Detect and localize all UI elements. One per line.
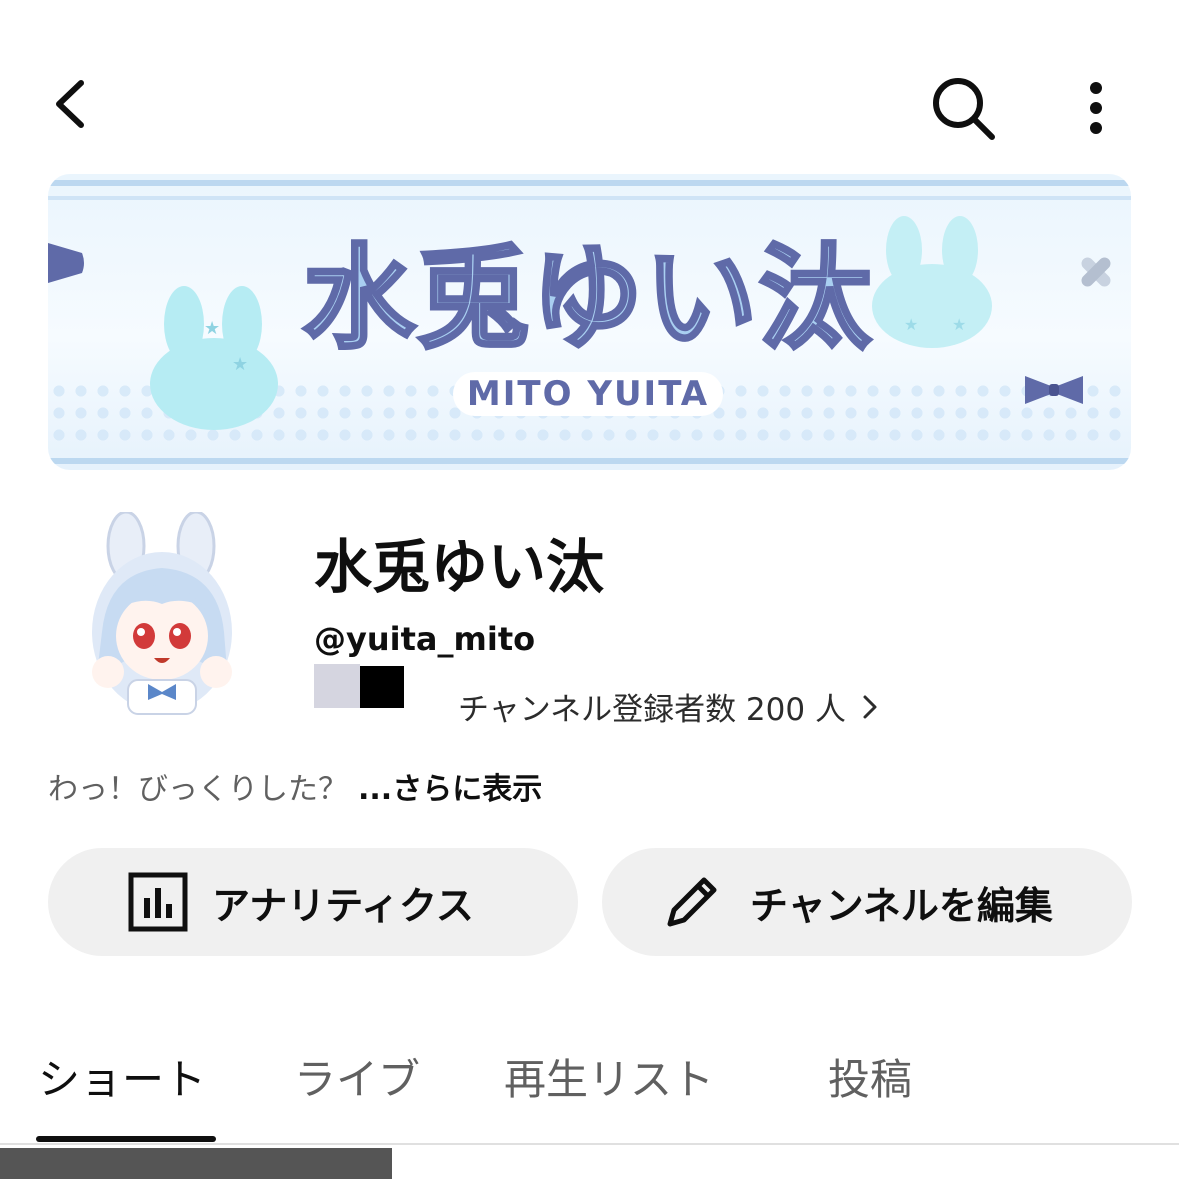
tab-playlists[interactable]: 再生リスト [504, 1046, 714, 1107]
analytics-button[interactable]: アナリティクス [48, 848, 578, 956]
svg-text:★: ★ [904, 315, 918, 334]
pencil-icon [660, 870, 724, 934]
banner-stripe [48, 180, 1131, 186]
more-vert-icon [1090, 82, 1102, 134]
chevron-left-icon [56, 80, 84, 128]
svg-text:★: ★ [204, 318, 220, 339]
edit-channel-button[interactable]: チャンネルを編集 [602, 848, 1132, 956]
back-button[interactable] [40, 72, 104, 136]
bow-icon [1025, 376, 1083, 404]
tab-posts[interactable]: 投稿 [828, 1046, 912, 1107]
tab-live[interactable]: ライブ [294, 1046, 420, 1107]
chevron-right-icon [863, 695, 877, 718]
tab-shorts[interactable]: ショート [38, 1046, 206, 1107]
content-thumbnail-edge [0, 1148, 392, 1179]
channel-description[interactable]: わっ！びっくりした？ ...さらに表示 [48, 764, 542, 808]
bunny-icon: ★ ★ [150, 286, 278, 430]
avatar-illustration [92, 510, 232, 715]
channel-name: 水兎ゆい汰 [314, 533, 605, 601]
svg-text:★: ★ [952, 315, 966, 334]
channel-handle: @yuita_mito [314, 620, 536, 658]
banner-logo: 水兎ゆい汰 [301, 232, 873, 366]
top-app-bar [0, 0, 1179, 180]
tab-divider [0, 1143, 1179, 1145]
search-button[interactable] [925, 70, 1001, 146]
redaction-block [360, 666, 404, 708]
subscriber-count-link[interactable]: チャンネル登録者数 200 人 [458, 684, 878, 729]
analytics-icon [126, 870, 190, 934]
search-icon [933, 78, 995, 140]
channel-tabs: ショート ライブ 再生リスト 投稿 [0, 1030, 1179, 1150]
edit-channel-label: チャンネルを編集 [750, 883, 1053, 928]
more-options-button[interactable] [1068, 70, 1124, 146]
banner-stripe [48, 196, 1131, 200]
subscriber-count: チャンネル登録者数 200 人 [458, 692, 846, 728]
redaction-block [314, 664, 360, 708]
banner-logo-subtitle: MITO YUITA [453, 372, 723, 416]
bandage-icon [1081, 257, 1111, 287]
active-tab-indicator [36, 1136, 216, 1142]
svg-text:★: ★ [232, 354, 248, 375]
bow-icon [48, 243, 84, 283]
banner-stripe [48, 458, 1131, 464]
analytics-label: アナリティクス [212, 883, 474, 928]
show-more-link[interactable]: ...さらに表示 [358, 772, 542, 807]
channel-banner: ★ ★ ★ ★ 水兎ゆい汰 MITO YUITA [48, 174, 1131, 470]
description-text: わっ！びっくりした？ [48, 772, 348, 807]
channel-avatar[interactable] [78, 510, 246, 722]
